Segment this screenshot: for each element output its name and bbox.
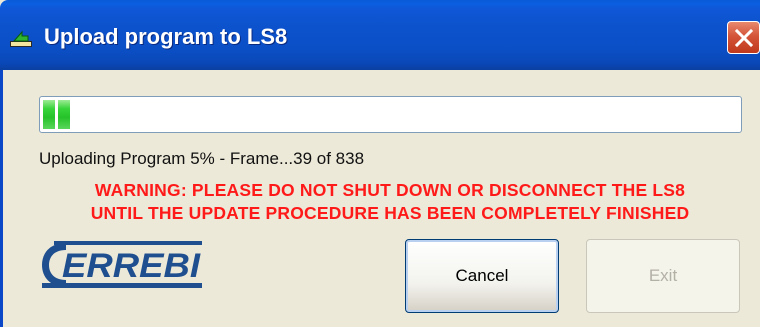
- upload-arrow-icon: [10, 30, 32, 47]
- errebi-logo: ERREBI: [42, 241, 202, 288]
- progress-block: [43, 100, 55, 129]
- cancel-button[interactable]: Cancel: [405, 239, 559, 313]
- upload-progress-bar: [39, 96, 742, 133]
- window-frame-left: [0, 70, 3, 327]
- warning-line-1: WARNING: PLEASE DO NOT SHUT DOWN OR DISC…: [94, 180, 686, 200]
- window-title: Upload program to LS8: [44, 24, 288, 49]
- warning-message: WARNING: PLEASE DO NOT SHUT DOWN OR DISC…: [40, 179, 740, 225]
- progress-block: [58, 100, 70, 129]
- logo-text: ERREBI: [62, 247, 202, 285]
- title-bar[interactable]: Upload program to LS8: [0, 0, 760, 70]
- warning-line-2: UNTIL THE UPDATE PROCEDURE HAS BEEN COMP…: [90, 203, 690, 223]
- close-button[interactable]: [727, 21, 760, 54]
- close-icon: [734, 28, 754, 48]
- progress-status-text: Uploading Program 5% - Frame...39 of 838: [39, 149, 365, 168]
- exit-button: Exit: [586, 239, 740, 313]
- progress-fill: [43, 100, 70, 129]
- upload-dialog: Upload program to LS8 Uploading Program …: [0, 0, 760, 327]
